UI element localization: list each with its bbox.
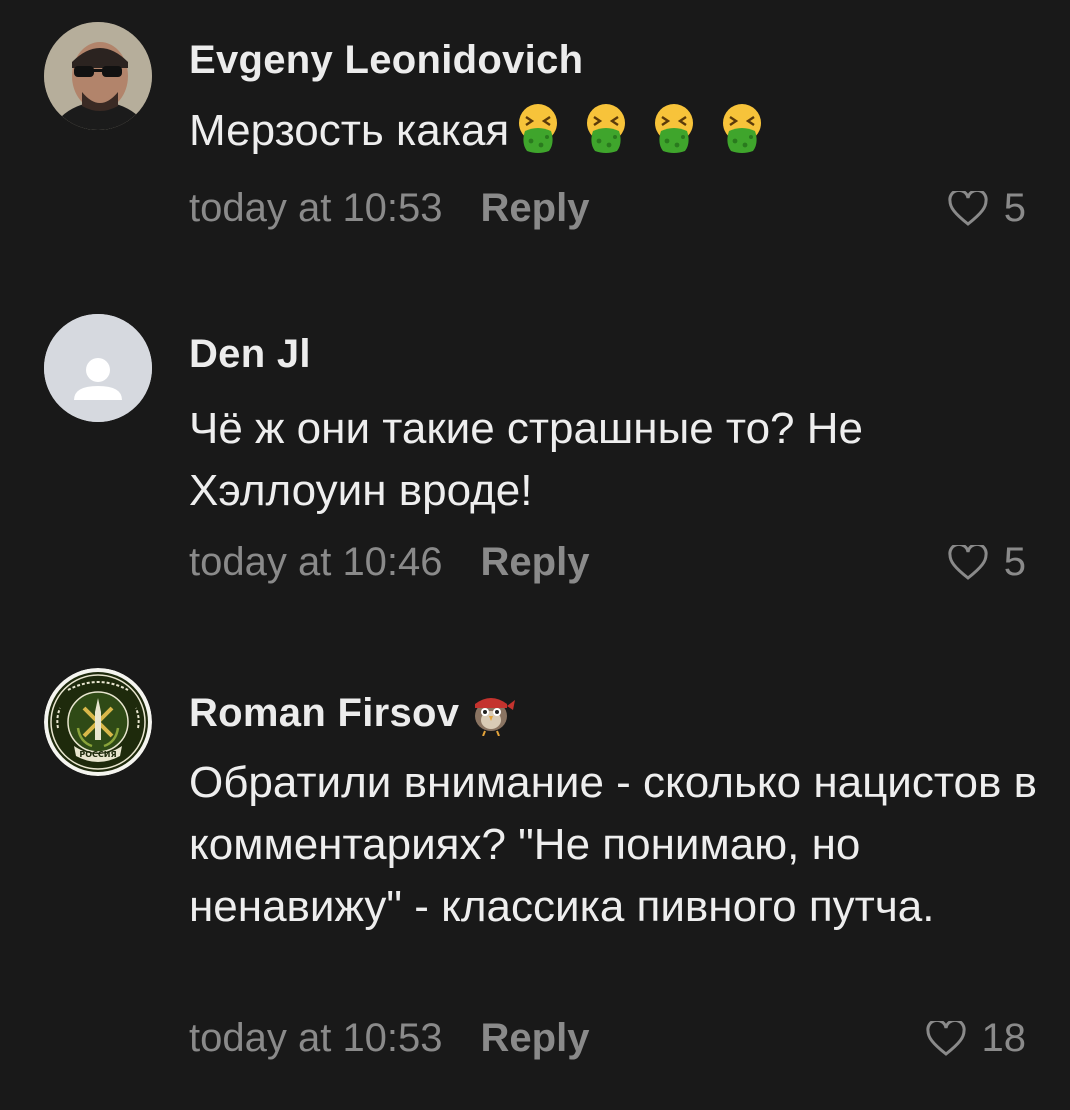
comment-timestamp: today at 10:53 <box>189 1016 443 1060</box>
comment: Den Jl Чё ж они такие страшные то? Не Хэ… <box>0 300 1070 620</box>
bird-badge-icon <box>475 698 516 736</box>
avatar[interactable] <box>44 314 152 422</box>
like-button[interactable]: 5 <box>948 540 1026 585</box>
comment-text-body: Мерзость какая <box>189 106 510 155</box>
reply-button[interactable]: Reply <box>481 540 590 584</box>
nauseated-face-icon <box>519 104 558 153</box>
heart-icon <box>948 190 988 226</box>
comment-timestamp: today at 10:46 <box>189 540 443 584</box>
avatar[interactable]: РОССИЯ <box>44 668 152 776</box>
reply-button[interactable]: Reply <box>481 186 590 230</box>
comment-author[interactable]: Evgeny Leonidovich <box>189 38 583 83</box>
nauseated-face-icon <box>723 104 762 153</box>
like-count: 5 <box>1003 186 1026 230</box>
heart-icon <box>925 1020 966 1056</box>
reply-button[interactable]: Reply <box>481 1016 590 1060</box>
comment: РОССИЯ Roman Firsov Обратили внимание - … <box>0 650 1070 1110</box>
comment-meta: today at 10:53 Reply <box>189 186 589 231</box>
comment-author[interactable]: Den Jl <box>189 332 311 377</box>
default-user-icon <box>44 314 152 422</box>
like-count: 18 <box>981 1016 1027 1060</box>
comment-text: Обратили внимание - сколько нацистов в к… <box>189 758 1037 931</box>
comment-text: Мерзость какая <box>189 100 1049 162</box>
nauseated-face-icon <box>655 104 694 153</box>
comment-timestamp: today at 10:53 <box>189 186 443 230</box>
comment-author[interactable]: Roman Firsov <box>189 686 517 736</box>
nauseated-face-icon <box>587 104 626 153</box>
avatar[interactable] <box>44 22 152 130</box>
user-photo <box>44 22 152 130</box>
svg-text:РОССИЯ: РОССИЯ <box>79 750 116 759</box>
comment-meta: today at 10:46 Reply <box>189 540 589 585</box>
like-button[interactable]: 5 <box>948 186 1026 231</box>
comment-text: Чё ж они такие страшные то? Не Хэллоуин … <box>189 404 863 515</box>
comment-author-name: Roman Firsov <box>189 691 460 735</box>
comment: Evgeny Leonidovich Мерзость какая today … <box>0 0 1070 280</box>
like-count: 5 <box>1003 540 1026 584</box>
like-button[interactable]: 18 <box>925 1016 1027 1061</box>
heart-icon <box>948 544 988 580</box>
comment-meta: today at 10:53 Reply <box>189 1016 589 1061</box>
military-emblem-icon: РОССИЯ <box>44 668 152 776</box>
